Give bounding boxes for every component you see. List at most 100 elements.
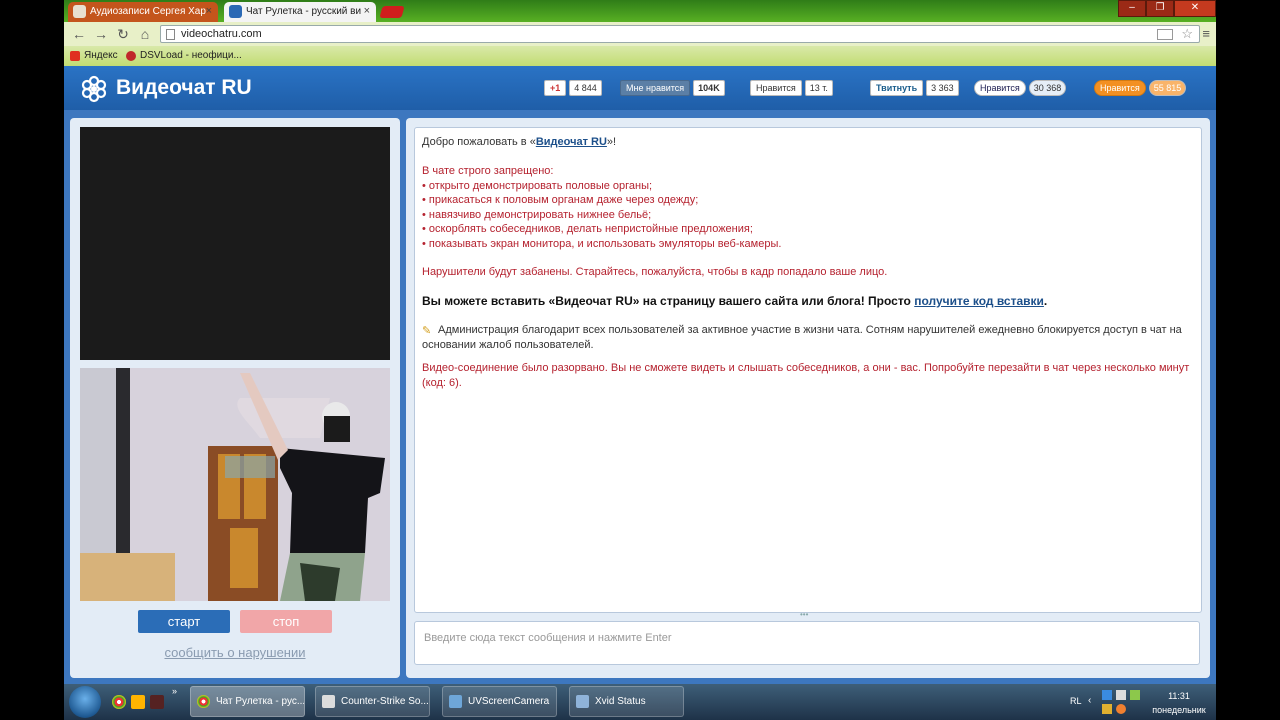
tray-app2-icon[interactable]: [1116, 704, 1126, 714]
task-counter-strike[interactable]: Counter-Strike So...: [315, 686, 430, 717]
windows-taskbar: » Чат Рулетка - рус... Counter-Strike So…: [64, 684, 1216, 720]
network-icon[interactable]: [1102, 690, 1112, 700]
tab-title: Чат Рулетка - русский ви: [246, 6, 362, 17]
bookmark-label: DSVLoad - неофици...: [140, 50, 242, 61]
webcam-frame-image: [80, 368, 390, 601]
rule-item: • оскорблять собеседников, делать неприс…: [422, 223, 753, 235]
bookmark-yandex[interactable]: Яндекс: [70, 49, 118, 63]
forward-arrow-icon[interactable]: →: [92, 25, 110, 43]
tray-expand-icon[interactable]: ‹: [1088, 695, 1091, 706]
menu-icon[interactable]: ≡: [1202, 26, 1210, 41]
start-button-icon[interactable]: [69, 686, 101, 718]
signal-icon[interactable]: [1130, 690, 1140, 700]
mailru-widget[interactable]: Нравится 30 368: [974, 80, 1067, 96]
clock-time: 11:31: [1168, 691, 1190, 701]
chat-panel: Добро пожаловать в «Видеочат RU»! В чате…: [406, 118, 1210, 678]
camera-icon[interactable]: [1157, 29, 1173, 40]
app-quicklaunch-icon[interactable]: [131, 695, 145, 709]
fb-like-button[interactable]: Нравится: [750, 80, 802, 96]
chat-log: Добро пожаловать в «Видеочат RU»! В чате…: [414, 127, 1202, 613]
page-icon: [166, 29, 175, 40]
url-text: videochatru.com: [181, 28, 262, 40]
logo-flower-icon[interactable]: [80, 75, 108, 103]
welcome-message: Добро пожаловать в «Видеочат RU»!: [422, 136, 617, 148]
rule-item: • прикасаться к половым органам даже чер…: [422, 194, 699, 206]
tab-close-icon[interactable]: ×: [364, 2, 370, 21]
gplus-count: 4 844: [569, 80, 602, 96]
close-window-button[interactable]: ✕: [1174, 0, 1216, 17]
xvid-icon: [576, 695, 589, 708]
rules-block: В чате строго запрещено: • открыто демон…: [422, 164, 1192, 251]
browser-tab-bar: Аудиозаписи Сергея Хар × Чат Рулетка - р…: [64, 0, 1216, 22]
window-controls: – ❐ ✕: [1118, 0, 1216, 17]
resize-handle[interactable]: •••: [800, 611, 812, 619]
task-chrome-chat[interactable]: Чат Рулетка - рус...: [190, 686, 305, 717]
tab-audio[interactable]: Аудиозаписи Сергея Хар ×: [68, 2, 218, 22]
bookmark-dsvload[interactable]: DSVLoad - неофици...: [126, 49, 242, 63]
rule-item: • навязчиво демонстрировать нижнее бельё…: [422, 208, 652, 221]
tab-videochat[interactable]: Чат Рулетка - русский ви ×: [224, 2, 376, 22]
embed-code-link[interactable]: получите код вставки: [914, 294, 1044, 308]
rules-title: В чате строго запрещено:: [422, 165, 554, 177]
bookmarks-bar: Яндекс DSVLoad - неофици...: [64, 46, 1216, 66]
site-header: Видеочат RU +1 4 844 Мне нравится 104K Н…: [64, 66, 1216, 110]
vk-like-button[interactable]: Мне нравится: [620, 80, 691, 96]
tweet-button[interactable]: Твитнуть: [870, 80, 924, 96]
clock-day: понедельник: [1152, 705, 1206, 715]
address-bar[interactable]: videochatru.com ☆: [160, 25, 1200, 43]
message-input-box[interactable]: [414, 621, 1200, 665]
screen: Аудиозаписи Сергея Хар × Чат Рулетка - р…: [64, 0, 1216, 720]
rule-item: • открыто демонстрировать половые органы…: [422, 179, 653, 192]
embed-notice: Вы можете вставить «Видеочат RU» на стра…: [422, 294, 1048, 308]
fb-count: 13 т.: [804, 80, 833, 96]
language-indicator[interactable]: RL: [1070, 696, 1082, 706]
report-violation-link[interactable]: сообщить о нарушении: [70, 645, 400, 660]
mailru-like-button[interactable]: Нравится: [974, 80, 1026, 96]
tab-close-icon[interactable]: ×: [206, 2, 212, 21]
site-logo-text[interactable]: Видеочат RU: [116, 76, 252, 100]
remote-video: [80, 127, 390, 360]
maximize-button[interactable]: ❐: [1146, 0, 1174, 17]
bookmark-star-icon[interactable]: ☆: [1181, 26, 1193, 42]
stop-button[interactable]: стоп: [240, 610, 332, 633]
more-quicklaunch-icon[interactable]: »: [172, 686, 177, 696]
gplus-button[interactable]: +1: [544, 80, 567, 96]
videochat-link[interactable]: Видеочат RU: [536, 136, 607, 148]
home-icon[interactable]: ⌂: [136, 25, 154, 43]
counter-strike-icon: [322, 695, 335, 708]
disconnect-notice: Видео-соединение было разорвано. Вы не с…: [422, 362, 1190, 389]
system-tray: RL ‹ 11:31 понедельник: [1064, 687, 1216, 717]
ok-like-button[interactable]: Нравится: [1094, 80, 1146, 96]
browser-toolbar: ← → ↻ ⌂ videochatru.com ☆ ≡: [64, 22, 1216, 46]
minimize-button[interactable]: –: [1118, 0, 1146, 17]
admin-notice: ✎ Администрация благодарит всех пользова…: [422, 324, 1182, 351]
twitter-widget[interactable]: Твитнуть 3 363: [870, 80, 959, 96]
volume-icon[interactable]: [1116, 690, 1126, 700]
vk-count: 104K: [693, 80, 725, 96]
message-input[interactable]: [422, 627, 1196, 649]
yandex-icon: [70, 51, 80, 61]
ban-notice: Нарушители будут забанены. Старайтесь, п…: [422, 266, 888, 278]
start-button[interactable]: старт: [138, 610, 230, 633]
reload-icon[interactable]: ↻: [114, 25, 132, 43]
task-uvscreencamera[interactable]: UVScreenCamera: [442, 686, 557, 717]
back-arrow-icon[interactable]: ←: [70, 25, 88, 43]
uvscreencamera-icon: [449, 695, 462, 708]
local-webcam-video: [80, 368, 390, 601]
main-content: старт стоп сообщить о нарушении Добро по…: [64, 110, 1216, 684]
audio-favicon-icon: [73, 5, 86, 18]
task-xvid-status[interactable]: Xvid Status: [569, 686, 684, 717]
chrome-quicklaunch-icon[interactable]: [112, 695, 126, 709]
app2-quicklaunch-icon[interactable]: [150, 695, 164, 709]
videochat-favicon-icon: [229, 5, 242, 18]
tray-app-icon[interactable]: [1102, 704, 1112, 714]
ok-widget[interactable]: Нравится 55 815: [1094, 80, 1187, 96]
rule-item: • показывать экран монитора, и использов…: [422, 237, 782, 250]
new-tab-button[interactable]: [379, 6, 405, 18]
fb-widget[interactable]: Нравится 13 т.: [750, 80, 833, 96]
chrome-icon: [197, 695, 210, 708]
vk-widget[interactable]: Мне нравится 104K: [620, 80, 725, 96]
gplus-widget[interactable]: +1 4 844: [544, 80, 602, 96]
clock[interactable]: 11:31 понедельник: [1142, 689, 1216, 717]
broom-icon: ✎: [422, 325, 432, 337]
